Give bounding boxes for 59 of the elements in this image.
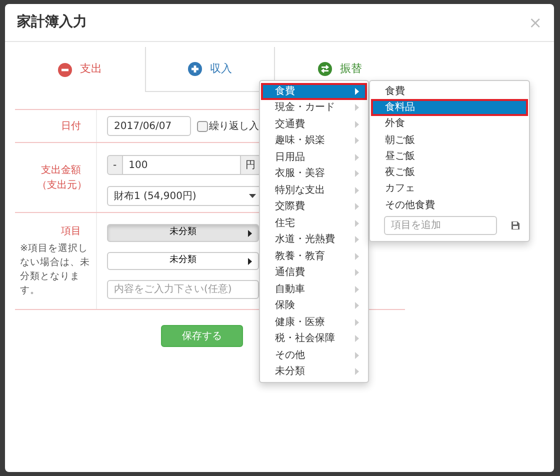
- submenu-arrow-icon: [355, 352, 359, 359]
- submenu-item[interactable]: 昼ご飯: [371, 148, 528, 164]
- caret-icon: [248, 258, 252, 265]
- menu-item[interactable]: 保険: [261, 298, 367, 314]
- amount-label: 支出金額: [41, 164, 81, 178]
- tab[interactable]: 収入: [145, 47, 275, 92]
- category-button[interactable]: 未分類: [107, 252, 259, 270]
- add-item-field[interactable]: 項目を追加: [384, 216, 497, 236]
- submenu-item[interactable]: 夜ご飯: [371, 164, 528, 181]
- amount-field[interactable]: 100: [122, 155, 240, 175]
- submenu-arrow-icon: [355, 220, 359, 227]
- submenu-arrow-icon: [355, 286, 359, 293]
- submenu-arrow-icon: [355, 170, 359, 178]
- save-icon[interactable]: [511, 221, 520, 230]
- menu-item[interactable]: 食費: [261, 83, 367, 100]
- menu-item[interactable]: 趣味・娯楽: [261, 132, 367, 149]
- dropdown-caret-icon: [249, 194, 256, 198]
- submenu-arrow-icon: [355, 88, 359, 95]
- date-field[interactable]: 2017/06/07: [107, 116, 191, 136]
- submenu-arrow-icon: [355, 186, 359, 194]
- category-button[interactable]: 未分類: [107, 224, 259, 242]
- submenu-item[interactable]: カフェ: [371, 180, 528, 198]
- menu-item[interactable]: 通信費: [261, 264, 367, 281]
- submenu-item[interactable]: 外食: [371, 116, 528, 132]
- menu-item[interactable]: 現金・カード: [261, 100, 367, 116]
- menu-item[interactable]: 教養・教育: [261, 248, 367, 264]
- minus-sign: -: [107, 155, 123, 175]
- menu-item[interactable]: 自動車: [261, 281, 367, 298]
- menu-item[interactable]: 税・社会保障: [261, 330, 367, 347]
- submenu-item[interactable]: その他食費: [371, 197, 528, 214]
- submenu-arrow-icon: [355, 252, 359, 260]
- repeat-label: 繰り返し入: [209, 120, 259, 134]
- item-label: 項目: [61, 225, 81, 240]
- menu-item[interactable]: 未分類: [261, 364, 367, 380]
- menu-item[interactable]: 水道・光熱費: [261, 232, 367, 248]
- submenu-arrow-icon: [355, 203, 359, 210]
- item-note: ※項目を選択しない場合は、未分類となります。: [20, 242, 91, 298]
- amount-source-label: （支出元）: [37, 178, 87, 192]
- submenu-item[interactable]: 食料品: [371, 99, 528, 116]
- submenu-arrow-icon: [355, 104, 359, 112]
- menu-item[interactable]: 住宅: [261, 215, 367, 232]
- submenu-item[interactable]: 朝ご飯: [371, 132, 528, 148]
- menu-item[interactable]: その他: [261, 347, 367, 364]
- memo-field[interactable]: 内容をご入力下さい(任意): [107, 280, 259, 299]
- submenu-arrow-icon: [355, 236, 359, 244]
- submenu-arrow-icon: [355, 335, 359, 342]
- submenu-arrow-icon: [355, 368, 359, 376]
- submenu-arrow-icon: [355, 302, 359, 310]
- submenu-arrow-icon: [355, 137, 359, 144]
- submenu-arrow-icon: [355, 318, 359, 326]
- submenu-arrow-icon: [355, 120, 359, 128]
- date-label: 日付: [61, 120, 81, 134]
- submenu-arrow-icon: [355, 269, 359, 276]
- menu-item[interactable]: 健康・医療: [261, 314, 367, 330]
- dialog-title: 家計簿入力: [17, 12, 87, 32]
- menu-item[interactable]: 交通費: [261, 116, 367, 132]
- submenu-arrow-icon: [355, 154, 359, 161]
- repeat-checkbox[interactable]: [197, 120, 208, 132]
- caret-icon: [248, 230, 252, 237]
